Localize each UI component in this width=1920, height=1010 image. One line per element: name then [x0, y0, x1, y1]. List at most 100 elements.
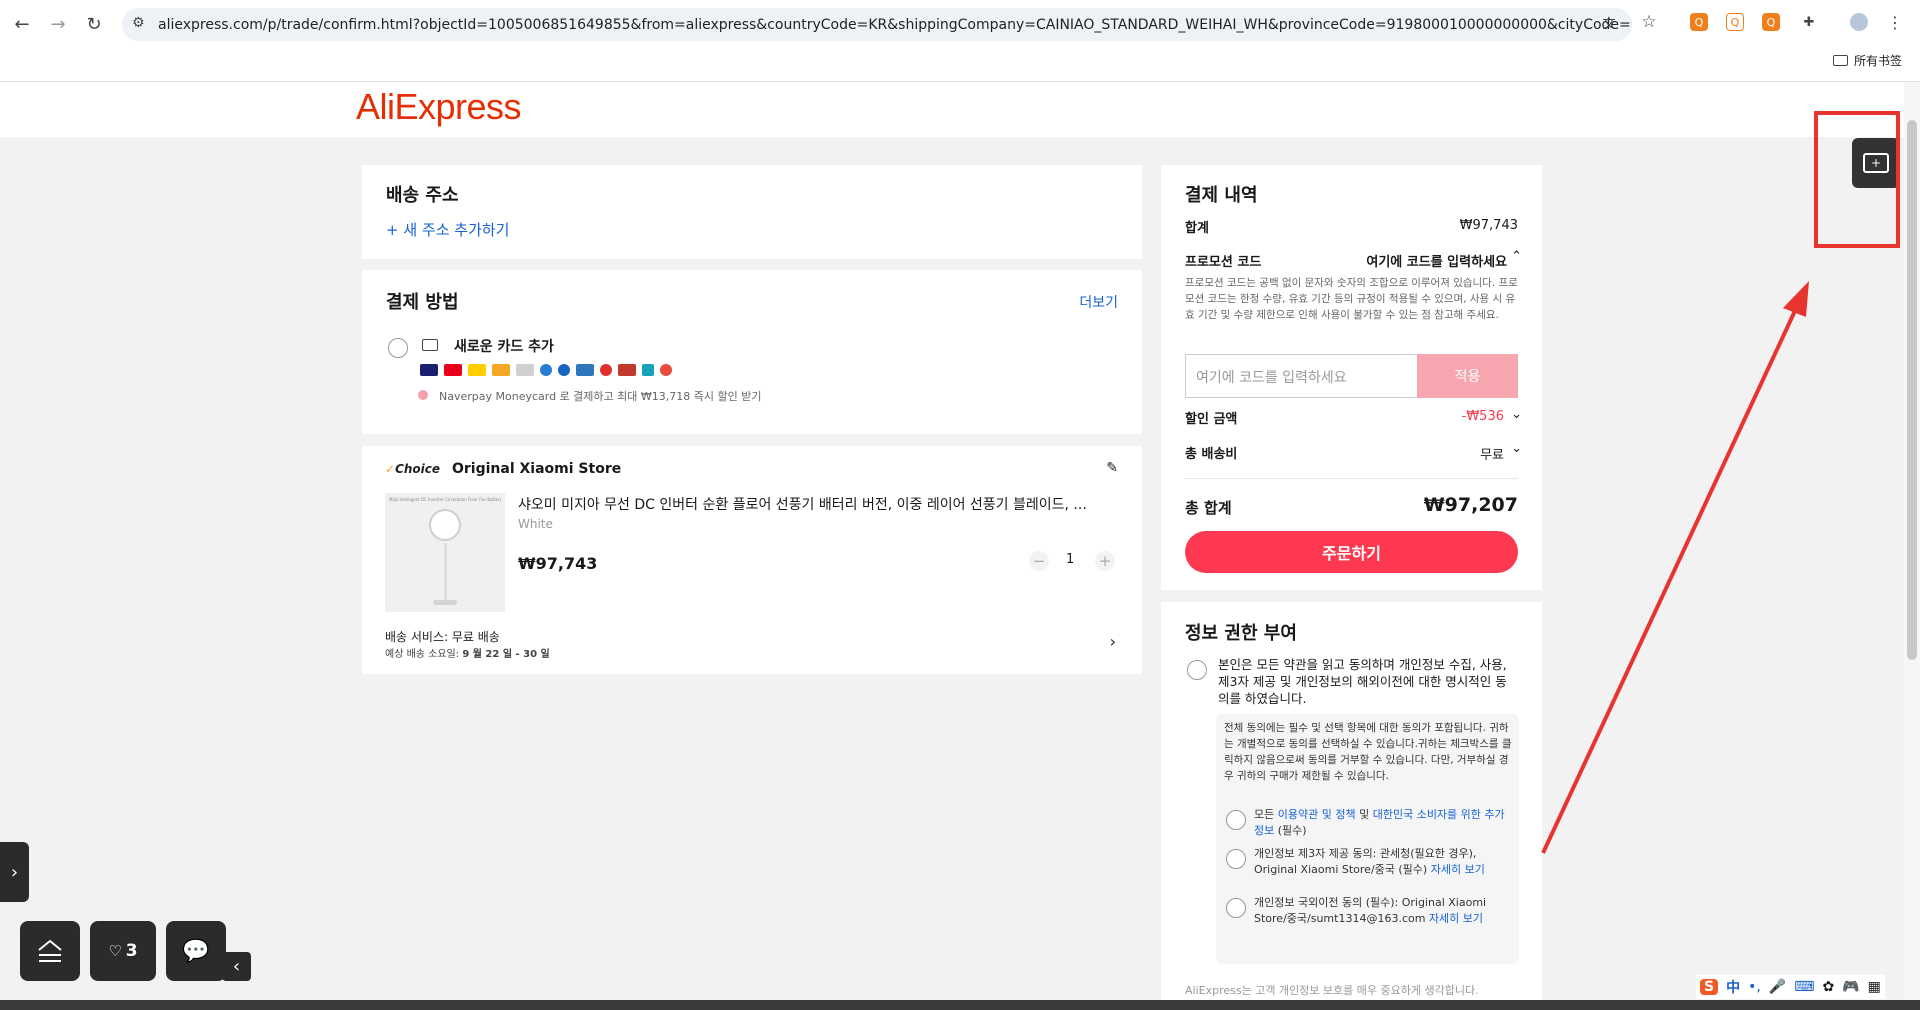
mastercard-logo-icon — [444, 364, 462, 376]
naverpay-promo-icon — [418, 390, 428, 400]
promo-apply-button[interactable]: 적용 — [1417, 354, 1518, 398]
extensions-puzzle-icon[interactable]: ✚ — [1800, 13, 1818, 31]
extension-icon-3[interactable]: Q — [1762, 13, 1780, 31]
extension-icon-1[interactable]: Q — [1690, 13, 1708, 31]
place-order-button[interactable]: 주문하기 — [1185, 531, 1518, 573]
consent-terms-text: 모든 이용약관 및 정책 및 대한민국 소비자를 위한 추가 정보 (필수) — [1254, 807, 1509, 839]
add-address-link[interactable]: + 새 주소 추가하기 — [386, 219, 509, 240]
side-panel-expand-icon[interactable]: › — [0, 842, 29, 902]
ime-punctuation-icon[interactable]: •, — [1748, 979, 1761, 995]
payment-more-link[interactable]: 더보기 — [1079, 292, 1118, 312]
collapse-chevron-icon[interactable]: ‹ — [222, 952, 251, 981]
promo-code-input[interactable]: 여기에 코드를 입력하세요 — [1185, 354, 1417, 398]
site-header: AliExpress — [0, 82, 1904, 137]
product-image[interactable]: Mijia Intelligent DC Inverter Circulatio… — [385, 493, 505, 612]
shipping-fee-label: 총 배송비 — [1185, 447, 1238, 462]
bookmark-star-icon[interactable]: ☆ — [1640, 12, 1658, 32]
back-to-top-button[interactable] — [20, 921, 80, 981]
ime-skin-icon[interactable]: ✿ — [1822, 979, 1834, 995]
consent-terms-prefix: 모든 — [1254, 808, 1278, 821]
payment-method-card: 결제 방법 더보기 새로운 카드 추가 Naverpay Moneycard 로… — [362, 270, 1142, 434]
quantity-increase-button[interactable]: + — [1095, 551, 1115, 571]
site-info-icon[interactable]: ⚙ — [132, 15, 145, 31]
terms-policy-link[interactable]: 이용약관 및 정책 — [1278, 808, 1356, 821]
fan-base-icon — [433, 600, 457, 605]
sogou-ime-icon[interactable]: S — [1700, 979, 1719, 995]
profile-avatar-icon[interactable] — [1850, 13, 1868, 31]
promo-code-placeholder: 여기에 코드를 입력하세요 — [1196, 370, 1347, 386]
consent-terms-and: 및 — [1355, 808, 1373, 821]
all-bookmarks[interactable]: 所有书签 — [1832, 52, 1902, 69]
address-bar[interactable]: ⚙ aliexpress.com/p/trade/confirm.html?ob… — [122, 8, 1632, 41]
discount-chevron-down-icon[interactable]: ⌄ — [1511, 407, 1522, 422]
annotation-arrow-line — [1541, 299, 1802, 854]
consent-terms-radio[interactable] — [1226, 810, 1246, 830]
url-text: aliexpress.com/p/trade/confirm.html?obje… — [158, 16, 1632, 33]
card-brand-logos — [420, 364, 678, 376]
visa-logo-icon — [420, 364, 438, 376]
translate-icon[interactable]: 文 — [1600, 13, 1618, 32]
shipping-service: 배송 서비스: 무료 배송 — [385, 630, 500, 644]
browser-menu-icon[interactable]: ⋮ — [1886, 13, 1904, 32]
back-to-top-icon — [38, 939, 62, 962]
quantity-decrease-button[interactable]: − — [1029, 551, 1049, 571]
wishlist-button[interactable]: ♡ 3 — [90, 921, 156, 981]
delivery-dates: 9 월 22 일 - 30 일 — [462, 649, 550, 660]
promo-code-label: 프로모션 코드 — [1185, 255, 1262, 270]
overseas-details-link[interactable]: 자세히 보기 — [1429, 912, 1483, 925]
naverpay-promo-text: Naverpay Moneycard 로 결제하고 최대 ₩13,718 즉시 … — [439, 390, 762, 403]
summary-divider — [1185, 478, 1518, 479]
new-card-label[interactable]: 새로운 카드 추가 — [454, 336, 554, 356]
chat-bubble-icon: 💬 — [182, 938, 210, 964]
shipping-chevron-down-icon[interactable]: ⌄ — [1511, 441, 1522, 456]
discover-logo-icon — [660, 364, 672, 376]
order-item-card: ✓Choice Original Xiaomi Store ✎ Mijia In… — [362, 446, 1142, 674]
toss-logo-icon — [516, 364, 534, 376]
subtotal-value: ₩97,743 — [1459, 218, 1518, 233]
amex-logo-icon — [576, 364, 594, 376]
aliexpress-logo[interactable]: AliExpress — [356, 86, 522, 128]
consent-all-radio[interactable] — [1187, 660, 1207, 680]
forward-icon[interactable]: → — [46, 12, 70, 36]
chevron-up-icon[interactable]: ⌃ — [1511, 249, 1522, 264]
wishlist-count: 3 — [125, 941, 138, 961]
store-name[interactable]: Original Xiaomi Store — [452, 461, 621, 477]
consent-all-text: 본인은 모든 약관을 읽고 동의하며 개인정보 수집, 사용, 제3자 제공 및… — [1218, 657, 1507, 706]
ime-more-icon[interactable]: ▦ — [1868, 979, 1881, 995]
summary-title: 결제 내역 — [1185, 185, 1258, 206]
consent-third-party-radio[interactable] — [1226, 849, 1246, 869]
fan-head-icon — [429, 509, 461, 541]
samsungpay-logo-icon — [558, 364, 570, 376]
edit-pencil-icon[interactable]: ✎ — [1106, 460, 1118, 476]
extension-icon-2[interactable]: Q — [1726, 13, 1744, 31]
product-image-caption: Mijia Intelligent DC Inverter Circulatio… — [389, 497, 501, 502]
ime-keyboard-icon[interactable]: ⌨ — [1794, 979, 1814, 995]
promo-code-toggle[interactable]: 여기에 코드를 입력하세요 — [1366, 251, 1507, 270]
shipping-address-card: 배송 주소 + 새 주소 추가하기 — [362, 165, 1142, 259]
ime-game-icon[interactable]: 🎮 — [1842, 979, 1859, 995]
shipping-chevron-right-icon[interactable]: › — [1110, 632, 1116, 651]
heart-icon: ♡ — [108, 942, 122, 960]
annotation-arrow-head — [1783, 281, 1809, 317]
consent-terms-required: (필수) — [1274, 824, 1307, 837]
new-card-radio[interactable] — [388, 338, 408, 358]
ime-chinese-mode[interactable]: 中 — [1726, 977, 1740, 997]
back-icon[interactable]: ← — [10, 12, 34, 36]
ime-voice-icon[interactable]: 🎤 — [1769, 979, 1786, 995]
quantity-value[interactable]: 1 — [1066, 552, 1074, 567]
choice-badge: ✓Choice — [385, 462, 440, 476]
discount-label: 할인 금액 — [1185, 412, 1238, 427]
choice-check-icon: ✓ — [385, 462, 396, 476]
diners-logo-icon — [642, 364, 654, 376]
consent-overseas-radio[interactable] — [1226, 898, 1246, 918]
shipping-fee-value: 무료 — [1480, 448, 1504, 463]
page-scrollbar-thumb[interactable] — [1907, 120, 1917, 660]
order-summary-card: 결제 내역 합계 ₩97,743 프로모션 코드 여기에 코드를 입력하세요 ⌃… — [1161, 165, 1542, 590]
third-party-details-link[interactable]: 자세히 보기 — [1431, 863, 1485, 876]
consent-overseas-text: 개인정보 국외이전 동의 (필수): Original Xiaomi Store… — [1254, 895, 1509, 927]
reload-icon[interactable]: ↻ — [82, 12, 106, 36]
product-title[interactable]: 샤오미 미지아 무선 DC 인버터 순환 플로어 선풍기 배터리 버전, 이중 … — [518, 494, 1118, 514]
total-value: ₩97,207 — [1423, 494, 1518, 516]
ime-toolbar: S 中 •, 🎤 ⌨ ✿ 🎮 ▦ — [1696, 975, 1885, 999]
chat-button[interactable]: 💬 — [166, 921, 226, 981]
